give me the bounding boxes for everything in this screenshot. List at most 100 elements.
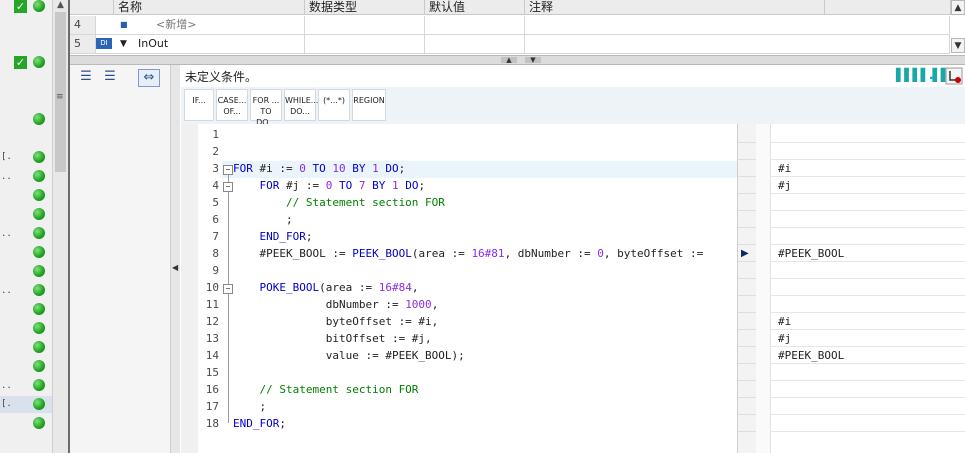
code-line[interactable]: #PEEK_BOOL := PEEK_BOOL(area := 16#81, d…	[233, 247, 703, 260]
line-number: 1	[212, 128, 219, 141]
watch-row	[770, 143, 965, 160]
if-button[interactable]: IF...	[184, 89, 214, 121]
table-row[interactable]: 4 ■ <新增>	[70, 16, 950, 35]
interface-table: 名称 数据类型 默认值 注释 ▲ 4 ■ <新增> 5 DI ▼ InOut ▼	[70, 0, 965, 55]
row-marker: [.	[1, 399, 12, 409]
code-line[interactable]: END_FOR;	[233, 230, 313, 243]
datatype-cell[interactable]	[305, 35, 425, 53]
watch-gridline	[738, 159, 756, 160]
code-line[interactable]: byteOffset := #i,	[233, 315, 439, 328]
watch-row	[770, 313, 965, 330]
table-row[interactable]: 5 DI ▼ InOut	[70, 35, 950, 54]
name-cell[interactable]: ■ <新增>	[96, 16, 305, 34]
status-ok-icon	[33, 170, 45, 182]
scroll-up-icon[interactable]: ▲	[951, 0, 965, 15]
code-line[interactable]: END_FOR;	[233, 417, 286, 430]
watch-row	[770, 211, 965, 228]
watch-gridline	[738, 431, 756, 432]
watch-gridline	[738, 261, 756, 262]
row-number: 5	[70, 35, 96, 53]
header-comment[interactable]: 注释	[525, 0, 825, 15]
region-button[interactable]: REGION	[352, 89, 386, 121]
code-line[interactable]: dbNumber := 1000,	[233, 298, 439, 311]
for-button[interactable]: FOR ... TO DO...	[250, 89, 282, 127]
watch-row	[770, 177, 965, 194]
header-name[interactable]: 名称	[114, 0, 305, 15]
default-cell[interactable]	[425, 35, 525, 53]
watch-row	[770, 364, 965, 381]
list-icon[interactable]: ☰	[100, 69, 120, 85]
checkmark-icon: ✓	[14, 0, 27, 13]
comment-cell[interactable]	[525, 16, 950, 34]
code-line[interactable]: FOR #i := 0 TO 10 BY 1 DO;	[233, 162, 405, 175]
watch-value: #PEEK_BOOL	[778, 247, 845, 260]
header-datatype[interactable]: 数据类型	[305, 0, 425, 15]
header-extra	[825, 0, 951, 15]
watch-table: #i #j #PEEK_BOOL #i #j #PEEK_BOOL ▶	[737, 124, 965, 453]
watch-row	[770, 330, 965, 347]
expand-arrow-icon[interactable]: ▼	[120, 35, 127, 53]
watch-gridline	[738, 142, 756, 143]
status-ok-icon	[33, 398, 45, 410]
checkmark-icon: ✓	[14, 56, 27, 69]
collapse-left-icon[interactable]: ◀	[172, 263, 178, 272]
vertical-scrollbar[interactable]: ▲ ≡	[52, 0, 69, 453]
line-number: 8	[212, 247, 219, 260]
line-number: 7	[212, 230, 219, 243]
scroll-down-icon[interactable]: ▼	[951, 38, 965, 53]
line-number: 14	[205, 349, 219, 362]
collapse-up-icon[interactable]: ▲	[501, 57, 517, 64]
code-line[interactable]: ;	[233, 400, 266, 413]
status-ok-icon	[33, 0, 45, 12]
code-line[interactable]: ;	[233, 213, 293, 226]
expand-arrow-icon[interactable]: ▶	[741, 248, 749, 259]
watch-row	[770, 194, 965, 211]
fold-toggle-icon[interactable]: −	[223, 182, 233, 192]
collapse-down-icon[interactable]: ▼	[525, 57, 541, 64]
indent-list-icon[interactable]: ☰	[76, 69, 96, 85]
status-ok-icon	[33, 360, 45, 372]
scroll-up-icon[interactable]: ▲	[55, 0, 66, 11]
watch-row	[770, 228, 965, 245]
inout-tag-icon: DI	[96, 38, 112, 49]
status-ok-icon	[33, 189, 45, 201]
status-ok-icon	[33, 208, 45, 220]
code-editor[interactable]: 1 2 3 4 5 6 7 8 9 10 11 12 13 14 15 16 17 18 − − − FOR #i…	[181, 124, 965, 453]
comment-button[interactable]: (*...*)	[318, 89, 350, 121]
split-view-icon[interactable]: ⇔	[138, 69, 160, 87]
line-number: 15	[205, 366, 219, 379]
status-ok-icon	[33, 227, 45, 239]
watch-gridline	[738, 312, 756, 313]
comment-cell[interactable]	[525, 35, 950, 53]
fold-toggle-icon[interactable]: −	[223, 284, 233, 294]
watch-gridline	[738, 278, 756, 279]
fold-toggle-icon[interactable]: −	[223, 165, 233, 175]
header-default[interactable]: 默认值	[425, 0, 525, 15]
row-marker: ..	[1, 286, 12, 296]
network-tool-icon[interactable]	[945, 67, 963, 85]
watch-gridline	[738, 414, 756, 415]
datatype-cell[interactable]	[305, 16, 425, 34]
watch-gridline	[738, 329, 756, 330]
watch-gridline	[738, 380, 756, 381]
code-line[interactable]: value := #PEEK_BOOL);	[233, 349, 465, 362]
status-ok-icon	[33, 341, 45, 353]
while-button[interactable]: WHILE... DO...	[284, 89, 318, 121]
watch-row	[770, 398, 965, 415]
status-ok-icon	[33, 56, 45, 68]
grip-icon: ≡	[56, 92, 64, 102]
panel-gutter[interactable]: ◀	[171, 65, 180, 453]
case-button[interactable]: CASE... OF...	[216, 89, 248, 121]
watch-row	[770, 415, 965, 432]
code-line[interactable]: POKE_BOOL(area := 16#84,	[233, 281, 419, 294]
watch-value: #i	[778, 162, 792, 175]
watch-gridline	[738, 295, 756, 296]
code-line[interactable]: // Statement section FOR	[233, 196, 445, 209]
name-cell[interactable]: DI ▼ InOut	[96, 35, 305, 53]
code-line[interactable]: bitOffset := #j,	[233, 332, 432, 345]
default-cell[interactable]	[425, 16, 525, 34]
split-bar[interactable]: ▲ ▼	[70, 55, 965, 65]
code-line[interactable]: FOR #j := 0 TO 7 BY 1 DO;	[233, 179, 426, 192]
code-line[interactable]: // Statement section FOR	[233, 383, 418, 396]
status-ok-icon	[33, 303, 45, 315]
